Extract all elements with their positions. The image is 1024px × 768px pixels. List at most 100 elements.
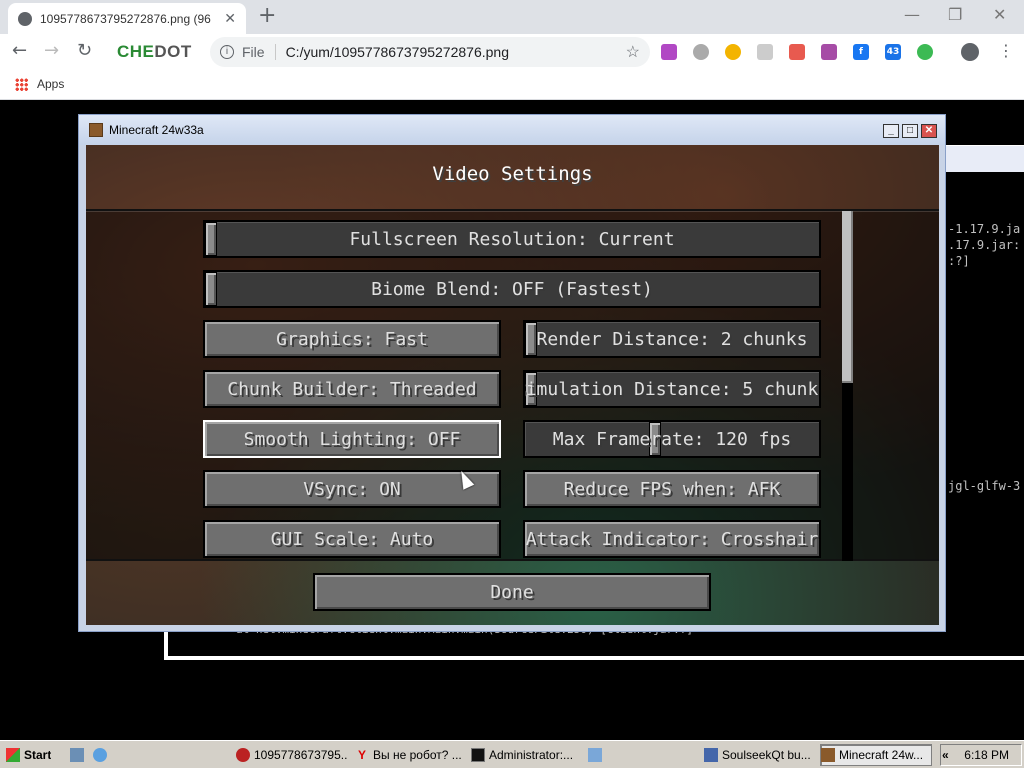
bookmark-star-icon[interactable]: ☆ [626,42,640,62]
new-tab-button[interactable]: + [258,4,276,28]
mc-close-button[interactable]: ✕ [921,124,937,138]
chunk-builder-label: Chunk Builder: Threaded [227,378,477,400]
extension-whatsapp-icon[interactable] [693,44,709,60]
game-canvas: Video Settings Fullscreen Resolution: Cu… [86,145,939,625]
console-line: .17.9.jar: [948,238,1021,252]
biome-blend-slider[interactable]: Biome Blend: OFF (Fastest) [203,270,821,308]
profile-avatar-icon[interactable] [961,43,979,61]
url-text[interactable]: C:/yum/1095778673795272876.png [286,44,626,60]
taskbar-item-label: Minecraft 24w... [839,748,924,762]
taskbar-item-label: 1095778673795... [254,748,348,762]
start-label: Start [24,748,52,762]
smooth-lighting-label: Smooth Lighting: OFF [243,428,461,450]
render-distance-label: Render Distance: 2 chunks [536,328,808,350]
screen-title: Video Settings [432,163,593,185]
slider-knob[interactable] [205,222,217,256]
done-label: Done [490,581,534,603]
reduce-fps-label: Reduce FPS when: AFK [563,478,781,500]
attack-indicator-button[interactable]: Attack Indicator: Crosshair [523,520,821,558]
console-header-strip [940,146,1024,172]
apps-grid-icon [15,77,28,91]
render-distance-slider[interactable]: Render Distance: 2 chunks [523,320,821,358]
quicklaunch-ie-icon[interactable] [93,744,111,766]
chunk-builder-button[interactable]: Chunk Builder: Threaded [203,370,501,408]
simulation-distance-label: Simulation Distance: 5 chunks [523,378,821,400]
options-scrollbar-thumb[interactable] [842,211,853,383]
smooth-lighting-button[interactable]: Smooth Lighting: OFF [203,420,501,458]
reload-icon[interactable]: ↻ [77,40,92,62]
fullscreen-resolution-label: Fullscreen Resolution: Current [349,228,675,250]
menu-dots-icon[interactable]: ⋮ [998,40,1014,62]
minecraft-titlebar[interactable]: Minecraft 24w33a _ □ ✕ [79,115,945,145]
taskbar-item-soulseek[interactable]: SoulseekQt bu... [704,744,814,766]
clock[interactable]: 6:18 PM [964,748,1009,762]
start-button[interactable]: Start [6,744,51,766]
minecraft-window-title: Minecraft 24w33a [109,123,204,137]
taskbar-item-chedot[interactable]: 1095778673795... [236,744,348,766]
browser-logo: CHEDOT [117,42,192,61]
minecraft-window: Minecraft 24w33a _ □ ✕ Video Settings Fu… [78,114,946,632]
scheme-label: File [242,44,276,60]
bookmarks-bar: Apps [0,70,1024,100]
minimize-button[interactable]: — [904,5,920,24]
extension-lock-icon[interactable] [757,44,773,60]
extension-gear-icon[interactable] [917,44,933,60]
browser-toolbar: ← → ↻ CHEDOT i File C:/yum/1095778673795… [0,34,1024,70]
cmd-icon [471,748,485,762]
extension-badge-icon[interactable]: 43 [885,44,901,60]
extension-messenger-icon[interactable] [725,44,741,60]
chedot-icon [236,748,250,762]
start-icon [6,748,20,762]
info-icon[interactable]: i [220,45,234,59]
max-framerate-label: Max Framerate: 120 fps [552,428,792,450]
simulation-distance-slider[interactable]: Simulation Distance: 5 chunks [523,370,821,408]
reduce-fps-button[interactable]: Reduce FPS when: AFK [523,470,821,508]
fullscreen-resolution-slider[interactable]: Fullscreen Resolution: Current [203,220,821,258]
gui-scale-label: GUI Scale: Auto [270,528,434,550]
taskbar-item-label: SoulseekQt bu... [722,748,811,762]
forward-arrow-icon[interactable]: → [44,40,59,62]
biome-blend-label: Biome Blend: OFF (Fastest) [371,278,653,300]
soulseek-icon [704,748,718,762]
vsync-label: VSync: ON [303,478,401,500]
tab-title: 1095778673795272876.png (96 [40,11,211,26]
taskbar-item-explorer[interactable] [588,744,606,766]
console-line: :?] [948,254,970,268]
explorer-icon [588,748,602,762]
console-line: jgl-glfw-3 [948,479,1021,493]
back-arrow-icon[interactable]: ← [12,40,27,62]
globe-icon [18,11,32,26]
console-line: -1.17.9.ja [948,222,1021,236]
browser-tab[interactable]: 1095778673795272876.png (96 ✕ [8,3,246,34]
extension-screen-icon[interactable] [661,44,677,60]
attack-indicator-label: Attack Indicator: Crosshair [525,528,819,550]
taskbar-item-label: Administrator:... [489,748,574,762]
extension-download-icon[interactable] [821,44,837,60]
system-tray: 6:18 PM [940,744,1022,766]
mc-minimize-button[interactable]: _ [883,124,899,138]
taskbar: Start 1095778673795... Y Вы не робот? ..… [0,740,1024,768]
bookmark-apps[interactable]: Apps [15,77,64,91]
done-button[interactable]: Done [313,573,711,611]
gui-scale-button[interactable]: GUI Scale: Auto [203,520,501,558]
taskbar-item-cmd[interactable]: Administrator:... [471,744,581,766]
minecraft-block-icon [89,123,103,137]
minecraft-block-icon [821,748,835,762]
taskbar-item-yandex[interactable]: Y Вы не робот? ... [355,744,465,766]
slider-knob[interactable] [205,272,217,306]
extension-video-icon[interactable] [789,44,805,60]
apps-label: Apps [37,77,65,91]
maximize-button[interactable]: ❐ [948,5,962,24]
mc-maximize-button[interactable]: □ [902,124,918,138]
graphics-button[interactable]: Graphics: Fast [203,320,501,358]
max-framerate-slider[interactable]: Max Framerate: 120 fps [523,420,821,458]
yandex-icon: Y [357,748,366,762]
extension-facebook-icon[interactable]: f [853,44,869,60]
address-bar[interactable]: i File C:/yum/1095778673795272876.png ☆ [210,37,650,67]
tab-close-icon[interactable]: ✕ [224,11,236,27]
slider-knob[interactable] [525,322,537,356]
taskbar-item-minecraft[interactable]: Minecraft 24w... [820,744,932,766]
close-window-button[interactable]: ✕ [993,5,1006,24]
graphics-label: Graphics: Fast [276,328,428,350]
quicklaunch-desktop-icon[interactable] [70,744,88,766]
